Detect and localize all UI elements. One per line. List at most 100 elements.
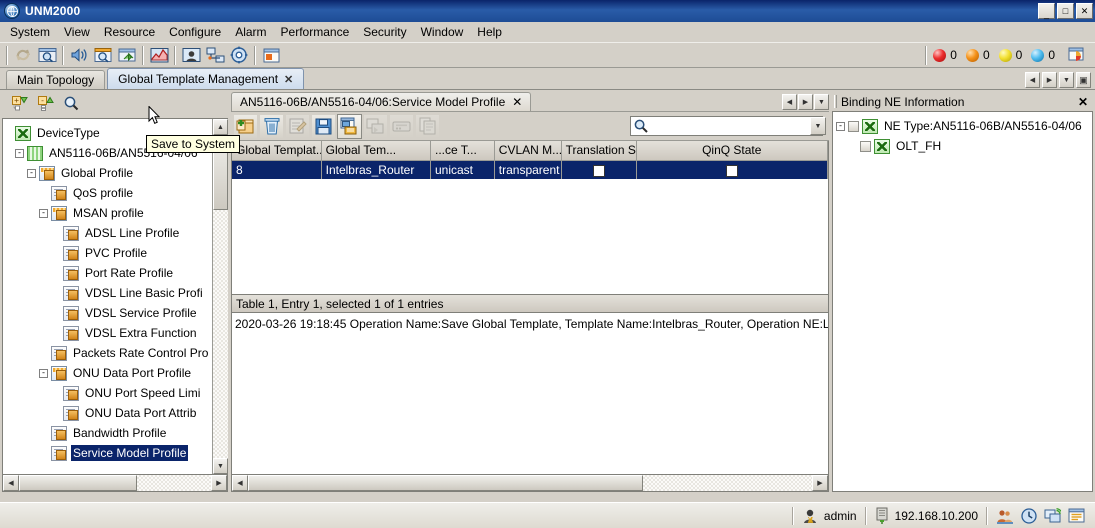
tab-main-topology[interactable]: Main Topology (6, 70, 106, 89)
tree-horizontal-scrollbar[interactable]: ◀ ▶ (2, 475, 228, 492)
binding-ne-tree[interactable]: - NE Type:AN5116-06B/AN5516-04/06 OLT_FH (832, 111, 1093, 492)
ne-node-checkbox[interactable] (860, 140, 871, 152)
log-list-icon[interactable] (1068, 508, 1085, 523)
topology-search-icon[interactable] (35, 44, 59, 66)
search-input[interactable] (651, 118, 810, 134)
sync-from-device-button[interactable] (363, 113, 388, 139)
alarm-forward-icon[interactable] (115, 44, 139, 66)
tab-close-icon[interactable]: ✕ (284, 73, 293, 86)
table-empty-area[interactable] (232, 179, 828, 294)
table-column-header[interactable]: ...ce T... (430, 141, 495, 161)
tabstrip-dropdown-button[interactable]: ▼ (1059, 72, 1074, 88)
document-prev-button[interactable]: ◀ (782, 94, 797, 110)
tree-search-icon[interactable] (64, 96, 79, 114)
expand-all-icon[interactable]: + (12, 96, 28, 114)
tree-vertical-scrollbar[interactable]: ▲ ▼ (212, 119, 228, 474)
tree-node[interactable]: ONU Data Port Attrib (3, 403, 212, 423)
tree-node[interactable]: Bandwidth Profile (3, 423, 212, 443)
tree-node[interactable]: QoS profile (3, 183, 212, 203)
menu-item-view[interactable]: View (57, 23, 97, 41)
table-column-header[interactable]: CVLAN M... (494, 141, 562, 161)
tabstrip-maximize-button[interactable]: ▣ (1076, 72, 1091, 88)
document-next-button[interactable]: ▶ (798, 94, 813, 110)
settings-gear-icon[interactable] (227, 44, 251, 66)
network-device-icon[interactable] (203, 44, 227, 66)
tree-node[interactable]: Port Rate Profile (3, 263, 212, 283)
save-template-button[interactable] (311, 113, 336, 139)
document-tab-service-model-profile[interactable]: AN5116-06B/AN5516-04/06:Service Model Pr… (231, 92, 532, 111)
alarm-critical[interactable]: 0 (933, 48, 957, 62)
hscroll-thumb[interactable] (248, 475, 643, 491)
tree-expander-icon[interactable]: - (15, 148, 24, 158)
collapse-all-icon[interactable]: - (38, 96, 54, 114)
scroll-track[interactable] (213, 210, 228, 458)
menu-item-configure[interactable]: Configure (162, 23, 228, 41)
tree-expander-icon[interactable]: - (836, 121, 845, 131)
scroll-right-button[interactable]: ▶ (812, 475, 828, 491)
operation-log-box[interactable]: 2020-03-26 19:18:45 Operation Name:Save … (231, 313, 829, 475)
table-column-header[interactable]: QinQ State (636, 141, 828, 161)
tree-expander-icon[interactable]: - (39, 368, 48, 378)
alarm-minor[interactable]: 0 (998, 48, 1022, 62)
tree-node[interactable]: Service Model Profile (3, 443, 212, 463)
menu-item-window[interactable]: Window (414, 23, 471, 41)
alarm-major[interactable]: 0 (965, 48, 990, 62)
minimize-button[interactable]: _ (1038, 3, 1055, 19)
alarm-panel-icon[interactable] (1064, 44, 1088, 66)
tabstrip-next-button[interactable]: ▶ (1042, 72, 1057, 88)
delete-template-button[interactable] (259, 113, 284, 139)
online-users-icon[interactable] (996, 508, 1014, 524)
template-table-area[interactable]: Global Templat... Global Tem... ...ce T...… (231, 141, 829, 294)
download-button[interactable] (389, 113, 414, 139)
tab-global-template-management[interactable]: Global Template Management ✕ (107, 68, 305, 89)
tree-node[interactable]: ADSL Line Profile (3, 223, 212, 243)
tree-node[interactable]: VDSL Extra Function (3, 323, 212, 343)
menu-item-performance[interactable]: Performance (274, 23, 357, 41)
user-monitor-icon[interactable] (179, 44, 203, 66)
tree-node[interactable]: PVC Profile (3, 243, 212, 263)
table-column-header[interactable]: Global Templat... (232, 141, 322, 161)
table-column-header[interactable]: Global Tem... (321, 141, 431, 161)
tabstrip-prev-button[interactable]: ◀ (1025, 72, 1040, 88)
ne-node-checkbox[interactable] (848, 120, 859, 132)
document-tab-close-icon[interactable]: ✕ (512, 95, 522, 109)
hscroll-track[interactable] (137, 475, 211, 491)
table-cell-checkbox[interactable] (636, 160, 828, 179)
checkbox-icon[interactable] (725, 164, 738, 177)
binding-ne-close-icon[interactable]: ✕ (1076, 95, 1090, 109)
sound-alarm-icon[interactable] (67, 44, 91, 66)
tree-node[interactable]: ONU Port Speed Limi (3, 383, 212, 403)
table-row[interactable]: 8 Intelbras_Router unicast transparent (232, 160, 828, 179)
tree-node[interactable]: VDSL Service Profile (3, 303, 212, 323)
tree-node[interactable]: Packets Rate Control Pro (3, 343, 212, 363)
edit-template-button[interactable] (285, 113, 310, 139)
ne-tree-node[interactable]: - NE Type:AN5116-06B/AN5516-04/06 (836, 116, 1092, 136)
refresh-icon[interactable] (11, 44, 35, 66)
document-horizontal-scrollbar[interactable]: ◀ ▶ (231, 475, 829, 492)
scroll-left-button[interactable]: ◀ (232, 475, 248, 491)
tree-node[interactable]: - Global Profile (3, 163, 212, 183)
scroll-up-button[interactable]: ▲ (213, 119, 228, 135)
search-dropdown-button[interactable]: ▼ (810, 117, 826, 135)
alarm-query-icon[interactable] (91, 44, 115, 66)
hscroll-thumb[interactable] (19, 475, 137, 491)
alarm-warning[interactable]: 0 (1031, 48, 1055, 62)
network-sync-icon[interactable] (1044, 507, 1061, 524)
panel-grip[interactable] (834, 95, 837, 108)
table-column-header[interactable]: Translation S... (561, 141, 637, 161)
tree-node[interactable]: - ONU Data Port Profile (3, 363, 212, 383)
checkbox-icon[interactable] (592, 164, 605, 177)
ne-tree-node[interactable]: OLT_FH (836, 136, 1092, 156)
scroll-left-button[interactable]: ◀ (3, 475, 19, 491)
table-cell-checkbox[interactable] (561, 160, 637, 179)
menu-item-alarm[interactable]: Alarm (228, 23, 273, 41)
tree-expander-icon[interactable]: - (39, 208, 48, 218)
scroll-right-button[interactable]: ▶ (211, 475, 227, 491)
save-to-system-button[interactable] (337, 113, 362, 139)
tree-expander-icon[interactable]: - (27, 168, 36, 178)
menu-item-resource[interactable]: Resource (97, 23, 162, 41)
hscroll-track[interactable] (643, 475, 812, 491)
maximize-button[interactable]: □ (1057, 3, 1074, 19)
search-box[interactable]: ▼ (630, 116, 826, 136)
menu-item-system[interactable]: System (3, 23, 57, 41)
